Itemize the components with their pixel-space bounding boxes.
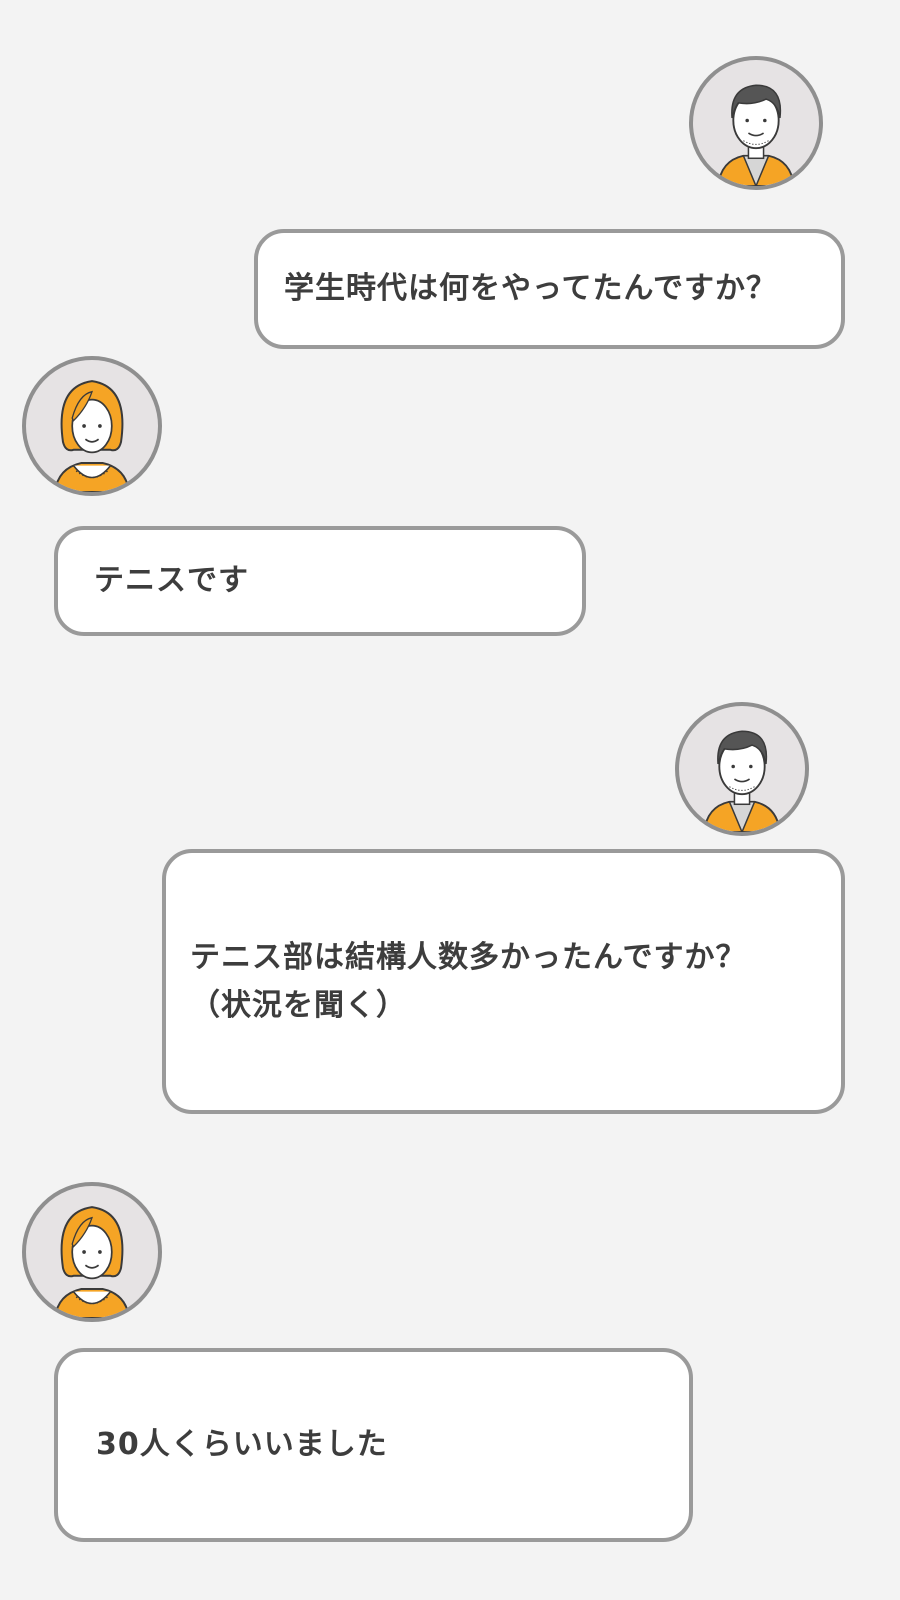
man-avatar-graphic — [717, 84, 795, 186]
message-bubble: 30人くらいいました — [54, 1348, 693, 1542]
woman-avatar-icon — [22, 356, 162, 496]
message-text: テニス部は結構人数多かったんですか？ （状況を聞く） — [190, 939, 747, 1023]
message-text: テニスです — [94, 563, 249, 598]
message-text: 学生時代は何をやってたんですか？ — [284, 271, 777, 306]
man-avatar-icon — [675, 702, 809, 836]
message-bubble: テニスです — [54, 526, 586, 636]
message-bubble: テニス部は結構人数多かったんですか？ （状況を聞く） — [162, 849, 845, 1114]
man-avatar-icon — [689, 56, 823, 190]
man-avatar-graphic — [703, 730, 781, 832]
woman-avatar-graphic — [54, 380, 130, 492]
message-bubble: 学生時代は何をやってたんですか？ — [254, 229, 845, 349]
message-text: 30人くらいいました — [96, 1427, 388, 1462]
woman-avatar-icon — [22, 1182, 162, 1322]
woman-avatar-graphic — [54, 1206, 130, 1318]
